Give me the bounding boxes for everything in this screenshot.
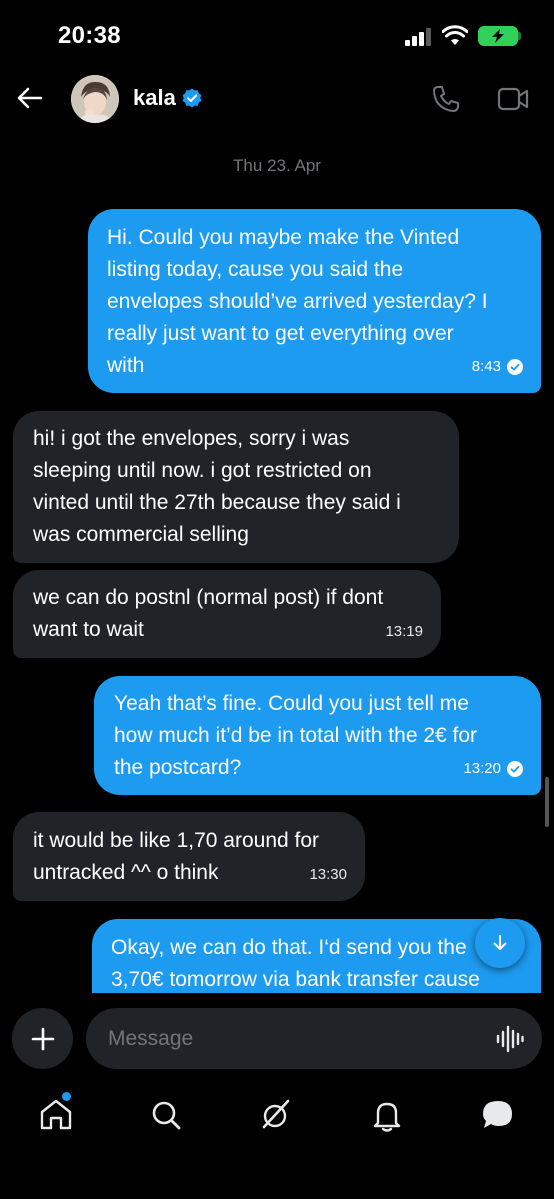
contact-name[interactable]: kala xyxy=(133,85,176,111)
arrow-down-icon xyxy=(493,935,507,950)
message-meta: 8:43 xyxy=(472,351,523,383)
read-check-icon xyxy=(507,761,523,777)
message-outgoing[interactable]: Hi. Could you maybe make the Vinted list… xyxy=(88,209,541,393)
message-text: it would be like 1,70 around for untrack… xyxy=(33,829,320,884)
search-icon[interactable] xyxy=(146,1095,186,1135)
message-time: 13:19 xyxy=(385,623,423,640)
message-incoming[interactable]: hi! i got the envelopes, sorry i was sle… xyxy=(13,411,459,563)
messages-icon[interactable] xyxy=(478,1095,518,1135)
notifications-bell-icon[interactable] xyxy=(367,1095,407,1135)
message-time: 8:43 xyxy=(471,358,501,375)
battery-tip xyxy=(518,32,521,40)
status-time: 20:38 xyxy=(58,22,121,49)
video-call-icon[interactable] xyxy=(497,86,529,112)
voice-message-icon[interactable] xyxy=(496,1024,524,1054)
message-text: we can do postnl (normal post) if dont w… xyxy=(33,586,384,641)
status-bar: 20:38 xyxy=(0,0,554,72)
read-check-icon xyxy=(507,359,523,375)
message-field[interactable] xyxy=(86,1008,542,1069)
message-incoming[interactable]: we can do postnl (normal post) if dont w… xyxy=(13,570,441,658)
message-meta: 13:19 xyxy=(385,616,423,648)
chat-header: kala xyxy=(0,72,554,128)
scrollbar[interactable] xyxy=(545,777,549,827)
message-time: 13:30 xyxy=(309,866,347,883)
wifi-icon xyxy=(442,25,468,45)
message-incoming[interactable]: it would be like 1,70 around for untrack… xyxy=(13,812,365,901)
message-text: Hi. Could you maybe make the Vinted list… xyxy=(107,226,488,377)
date-separator: Thu 23. Apr xyxy=(233,156,321,175)
message-meta: 13:20 xyxy=(463,753,523,785)
plus-icon xyxy=(31,1027,54,1050)
message-text: Okay, we can do that. I‘d send you the 3… xyxy=(111,936,480,991)
avatar[interactable] xyxy=(71,75,119,123)
verified-badge-icon xyxy=(182,88,202,108)
signal-icon xyxy=(405,28,433,46)
add-attachment-button[interactable] xyxy=(12,1008,73,1069)
phone-call-icon[interactable] xyxy=(431,84,461,114)
scroll-to-bottom-button[interactable] xyxy=(475,918,525,968)
back-arrow-icon[interactable] xyxy=(16,84,44,112)
message-input[interactable] xyxy=(108,1008,468,1069)
message-text: hi! i got the envelopes, sorry i was sle… xyxy=(33,427,401,546)
grok-icon[interactable] xyxy=(256,1095,296,1135)
home-notification-dot xyxy=(62,1092,71,1101)
bottom-tab-bar xyxy=(0,1085,554,1149)
message-outgoing[interactable]: Yeah that’s fine. Could you just tell me… xyxy=(94,676,541,795)
message-text: Yeah that’s fine. Could you just tell me… xyxy=(114,692,478,779)
battery-icon xyxy=(478,26,518,46)
message-time: 13:20 xyxy=(463,760,501,777)
home-icon[interactable] xyxy=(36,1095,76,1135)
message-meta: 13:30 xyxy=(309,859,347,891)
